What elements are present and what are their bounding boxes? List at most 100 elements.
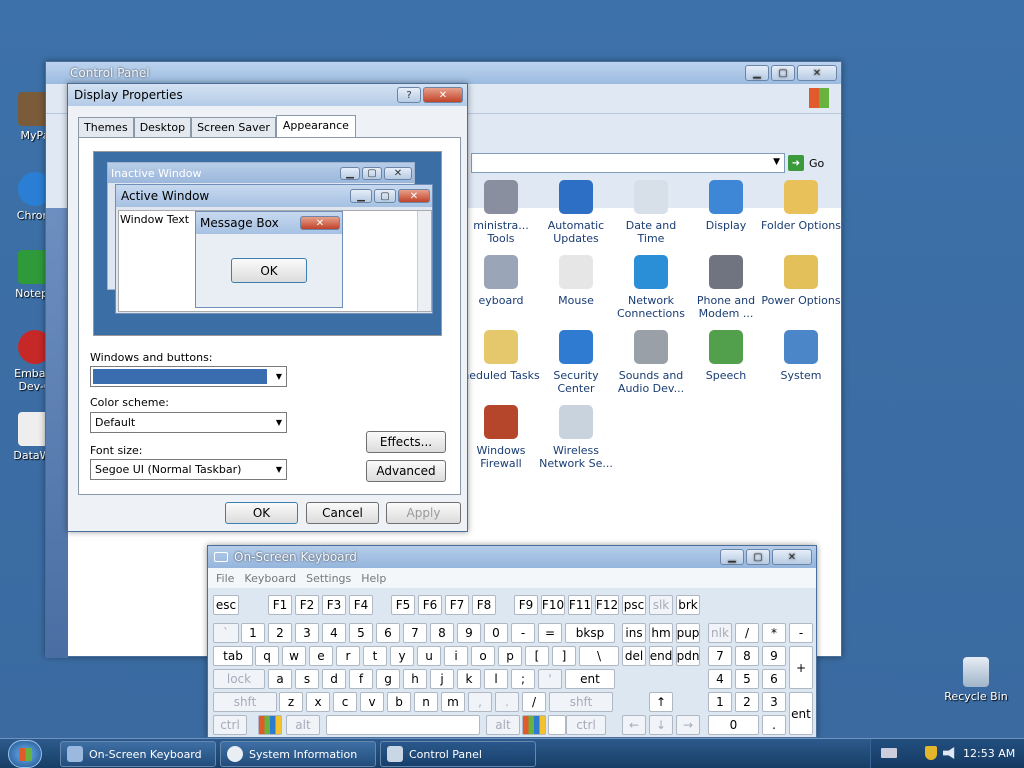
- menu-key-icon[interactable]: [548, 715, 566, 735]
- key-row4-11[interactable]: ': [538, 669, 562, 689]
- key-row2-8[interactable]: 8: [430, 623, 454, 643]
- key-row2-19[interactable]: *: [762, 623, 786, 643]
- key-row6-4[interactable]: ←: [622, 715, 646, 735]
- volume-icon[interactable]: [943, 747, 955, 759]
- tab-screen-saver[interactable]: Screen Saver: [191, 117, 276, 137]
- taskbar-button-control-panel[interactable]: Control Panel: [380, 741, 536, 767]
- key-row4-14[interactable]: 5: [735, 669, 759, 689]
- key-row1-8[interactable]: F8: [472, 595, 496, 615]
- key-row3-9[interactable]: o: [471, 646, 495, 666]
- key-row2-10[interactable]: 0: [484, 623, 508, 643]
- key-row1-6[interactable]: F6: [418, 595, 442, 615]
- key-row2-4[interactable]: 4: [322, 623, 346, 643]
- key-row5-12[interactable]: ↑: [649, 692, 673, 712]
- key-row3-2[interactable]: w: [282, 646, 306, 666]
- key-row5-3[interactable]: c: [333, 692, 357, 712]
- key-row6-7[interactable]: 0: [708, 715, 759, 735]
- key-row4-4[interactable]: f: [349, 669, 373, 689]
- key-row1-0[interactable]: esc: [213, 595, 239, 615]
- key-row2-13[interactable]: bksp: [565, 623, 615, 643]
- tab-desktop[interactable]: Desktop: [133, 117, 192, 137]
- key-row1-9[interactable]: F9: [514, 595, 538, 615]
- key-row4-12[interactable]: ent: [565, 669, 615, 689]
- key-row2-15[interactable]: hm: [649, 623, 673, 643]
- effects-button[interactable]: Effects...: [366, 431, 446, 453]
- key-row5-5[interactable]: b: [387, 692, 411, 712]
- advanced-button[interactable]: Advanced: [366, 460, 446, 482]
- windows-buttons-select[interactable]: ▼: [90, 366, 287, 387]
- taskbar-button-system-information[interactable]: System Information: [220, 741, 376, 767]
- key-row3-15[interactable]: end: [649, 646, 673, 666]
- control-panel-titlebar[interactable]: Control Panel ▁ ▢ ✕: [46, 62, 841, 84]
- key-row1-4[interactable]: F4: [349, 595, 373, 615]
- key-row3-4[interactable]: r: [336, 646, 360, 666]
- key-row5-7[interactable]: m: [441, 692, 465, 712]
- key-row3-1[interactable]: q: [255, 646, 279, 666]
- key-row3-7[interactable]: u: [417, 646, 441, 666]
- key-row3-16[interactable]: pdn: [676, 646, 700, 666]
- color-scheme-select[interactable]: Default ▼: [90, 412, 287, 433]
- security-shield-icon[interactable]: [925, 746, 937, 760]
- key-row2-14[interactable]: ins: [622, 623, 646, 643]
- key-row6-0[interactable]: ctrl: [213, 715, 247, 735]
- key-row2-7[interactable]: 7: [403, 623, 427, 643]
- key-row3-17[interactable]: 7: [708, 646, 732, 666]
- close-button[interactable]: ✕: [797, 65, 837, 81]
- key-row6-8[interactable]: .: [762, 715, 786, 735]
- cp-item[interactable]: eyboard: [461, 255, 541, 307]
- key-row2-2[interactable]: 2: [268, 623, 292, 643]
- key-row4-5[interactable]: g: [376, 669, 400, 689]
- close-button[interactable]: ✕: [423, 87, 463, 103]
- space-bar[interactable]: [326, 715, 480, 735]
- start-button[interactable]: [8, 740, 42, 768]
- key-row2-9[interactable]: 9: [457, 623, 481, 643]
- key-row1-11[interactable]: F11: [568, 595, 592, 615]
- key-row5-9[interactable]: .: [495, 692, 519, 712]
- cp-item[interactable]: System: [761, 330, 841, 382]
- key-row2-11[interactable]: -: [511, 623, 535, 643]
- cp-item[interactable]: Folder Options: [761, 180, 841, 232]
- maximize-button[interactable]: ▢: [771, 65, 795, 81]
- key-row1-5[interactable]: F5: [391, 595, 415, 615]
- key-row5-10[interactable]: /: [522, 692, 546, 712]
- cp-item[interactable]: Automatic Updates: [536, 180, 616, 245]
- display-properties-titlebar[interactable]: Display Properties ? ✕: [68, 84, 467, 106]
- address-input[interactable]: ▼: [471, 153, 785, 173]
- cp-item[interactable]: Windows Firewall: [461, 405, 541, 470]
- key-row4-1[interactable]: a: [268, 669, 292, 689]
- key-row2-3[interactable]: 3: [295, 623, 319, 643]
- key-row4-10[interactable]: ;: [511, 669, 535, 689]
- key-row2-1[interactable]: 1: [241, 623, 265, 643]
- key-row5-15[interactable]: 3: [762, 692, 786, 712]
- cp-item[interactable]: Display: [686, 180, 766, 232]
- key-row2-18[interactable]: /: [735, 623, 759, 643]
- key-row4-0[interactable]: lock: [213, 669, 265, 689]
- recycle-bin[interactable]: Recycle Bin: [940, 657, 1012, 703]
- key-row1-7[interactable]: F7: [445, 595, 469, 615]
- key-row2-17[interactable]: nlk: [708, 623, 732, 643]
- key-row2-20[interactable]: -: [789, 623, 813, 643]
- cp-item[interactable]: Speech: [686, 330, 766, 382]
- key-row2-12[interactable]: =: [538, 623, 562, 643]
- key-row2-16[interactable]: pup: [676, 623, 700, 643]
- key-row4-8[interactable]: k: [457, 669, 481, 689]
- key-row1-1[interactable]: F1: [268, 595, 292, 615]
- key-row3-11[interactable]: [: [525, 646, 549, 666]
- key-row3-0[interactable]: tab: [213, 646, 253, 666]
- key-row1-10[interactable]: F10: [541, 595, 565, 615]
- key-row3-14[interactable]: del: [622, 646, 646, 666]
- cp-item[interactable]: Mouse: [536, 255, 616, 307]
- key-row1-15[interactable]: brk: [676, 595, 700, 615]
- win-key-icon[interactable]: [522, 715, 546, 735]
- key-row4-3[interactable]: d: [322, 669, 346, 689]
- key-row6-5[interactable]: ↓: [649, 715, 673, 735]
- cp-item[interactable]: Date and Time: [611, 180, 691, 245]
- key-row4-9[interactable]: l: [484, 669, 508, 689]
- tab-themes[interactable]: Themes: [78, 117, 134, 137]
- key-row1-12[interactable]: F12: [595, 595, 619, 615]
- key-row5-8[interactable]: ,: [468, 692, 492, 712]
- cp-item[interactable]: Power Options: [761, 255, 841, 307]
- key-row3-19[interactable]: 9: [762, 646, 786, 666]
- key-row5-16[interactable]: ent: [789, 692, 813, 735]
- key-row3-5[interactable]: t: [363, 646, 387, 666]
